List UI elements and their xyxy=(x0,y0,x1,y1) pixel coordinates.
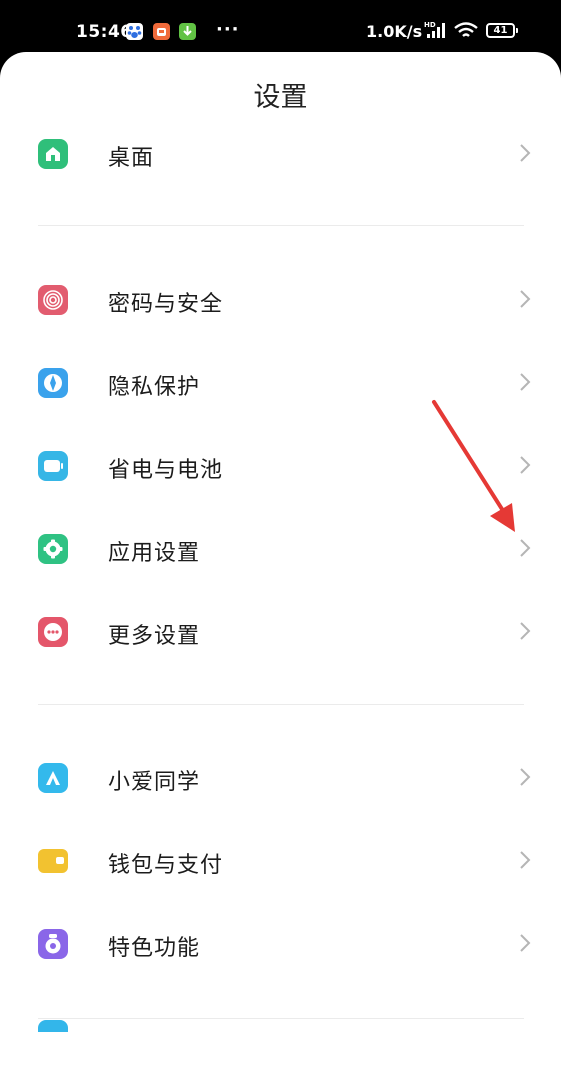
settings-item-label: 应用设置 xyxy=(108,541,201,566)
download-app-icon xyxy=(179,23,196,40)
chevron-right-icon xyxy=(520,768,531,786)
xiaoai-icon xyxy=(38,763,68,793)
chevron-right-icon xyxy=(520,144,531,162)
settings-item-password-security[interactable]: 密码与安全 xyxy=(0,269,561,331)
signal-icon: HD xyxy=(424,20,450,44)
settings-item-label: 更多设置 xyxy=(108,624,201,649)
chevron-right-icon xyxy=(520,539,531,557)
chevron-right-icon xyxy=(520,851,531,869)
settings-item-privacy[interactable]: 隐私保护 xyxy=(0,352,561,414)
settings-item-more-settings[interactable]: 更多设置 xyxy=(0,601,561,663)
status-bar: 15:46 ··· 1.0K/s HD 41 xyxy=(0,0,561,60)
settings-item-label: 桌面 xyxy=(108,146,155,171)
more-notifications-icon: ··· xyxy=(216,19,240,40)
settings-item-app-settings[interactable]: 应用设置 xyxy=(0,518,561,580)
settings-item-label: 钱包与支付 xyxy=(108,853,224,878)
battery-status-icon: 41 xyxy=(486,23,518,38)
page-title: 设置 xyxy=(253,82,308,113)
settings-item-desktop[interactable]: 桌面 xyxy=(0,123,561,185)
settings-item-label: 小爱同学 xyxy=(108,770,201,795)
home-icon xyxy=(38,139,68,169)
baidu-app-icon xyxy=(126,23,143,40)
partially-visible-item-icon xyxy=(38,1020,68,1032)
network-speed: 1.0K/s xyxy=(366,22,423,41)
special-feature-icon xyxy=(38,929,68,959)
settings-item-label: 密码与安全 xyxy=(108,292,224,317)
settings-item-special-features[interactable]: 特色功能 xyxy=(0,913,561,975)
privacy-compass-icon xyxy=(38,368,68,398)
settings-item-xiaoai[interactable]: 小爱同学 xyxy=(0,747,561,809)
chevron-right-icon xyxy=(520,373,531,391)
more-dots-icon xyxy=(38,617,68,647)
gear-icon xyxy=(38,534,68,564)
chevron-right-icon xyxy=(520,290,531,308)
settings-item-wallet[interactable]: 钱包与支付 xyxy=(0,830,561,892)
settings-sheet: 设置 桌面 密码与安全 隐私保护 省电与电池 应用设置 更多设置 小爱同学 钱包… xyxy=(0,52,561,1080)
section-divider xyxy=(38,704,524,705)
section-divider xyxy=(38,225,524,226)
section-divider xyxy=(38,1018,524,1019)
fingerprint-icon xyxy=(38,285,68,315)
settings-item-label: 特色功能 xyxy=(108,936,201,961)
chevron-right-icon xyxy=(520,934,531,952)
chevron-right-icon xyxy=(520,622,531,640)
status-time: 15:46 xyxy=(76,22,133,42)
wallet-icon xyxy=(38,846,68,876)
settings-item-label: 省电与电池 xyxy=(108,458,224,483)
orange-app-icon xyxy=(153,23,170,40)
hd-tag: HD xyxy=(424,21,436,29)
chevron-right-icon xyxy=(520,456,531,474)
battery-icon xyxy=(38,451,68,481)
settings-item-battery[interactable]: 省电与电池 xyxy=(0,435,561,497)
wifi-icon xyxy=(453,22,479,44)
settings-item-label: 隐私保护 xyxy=(108,375,201,400)
